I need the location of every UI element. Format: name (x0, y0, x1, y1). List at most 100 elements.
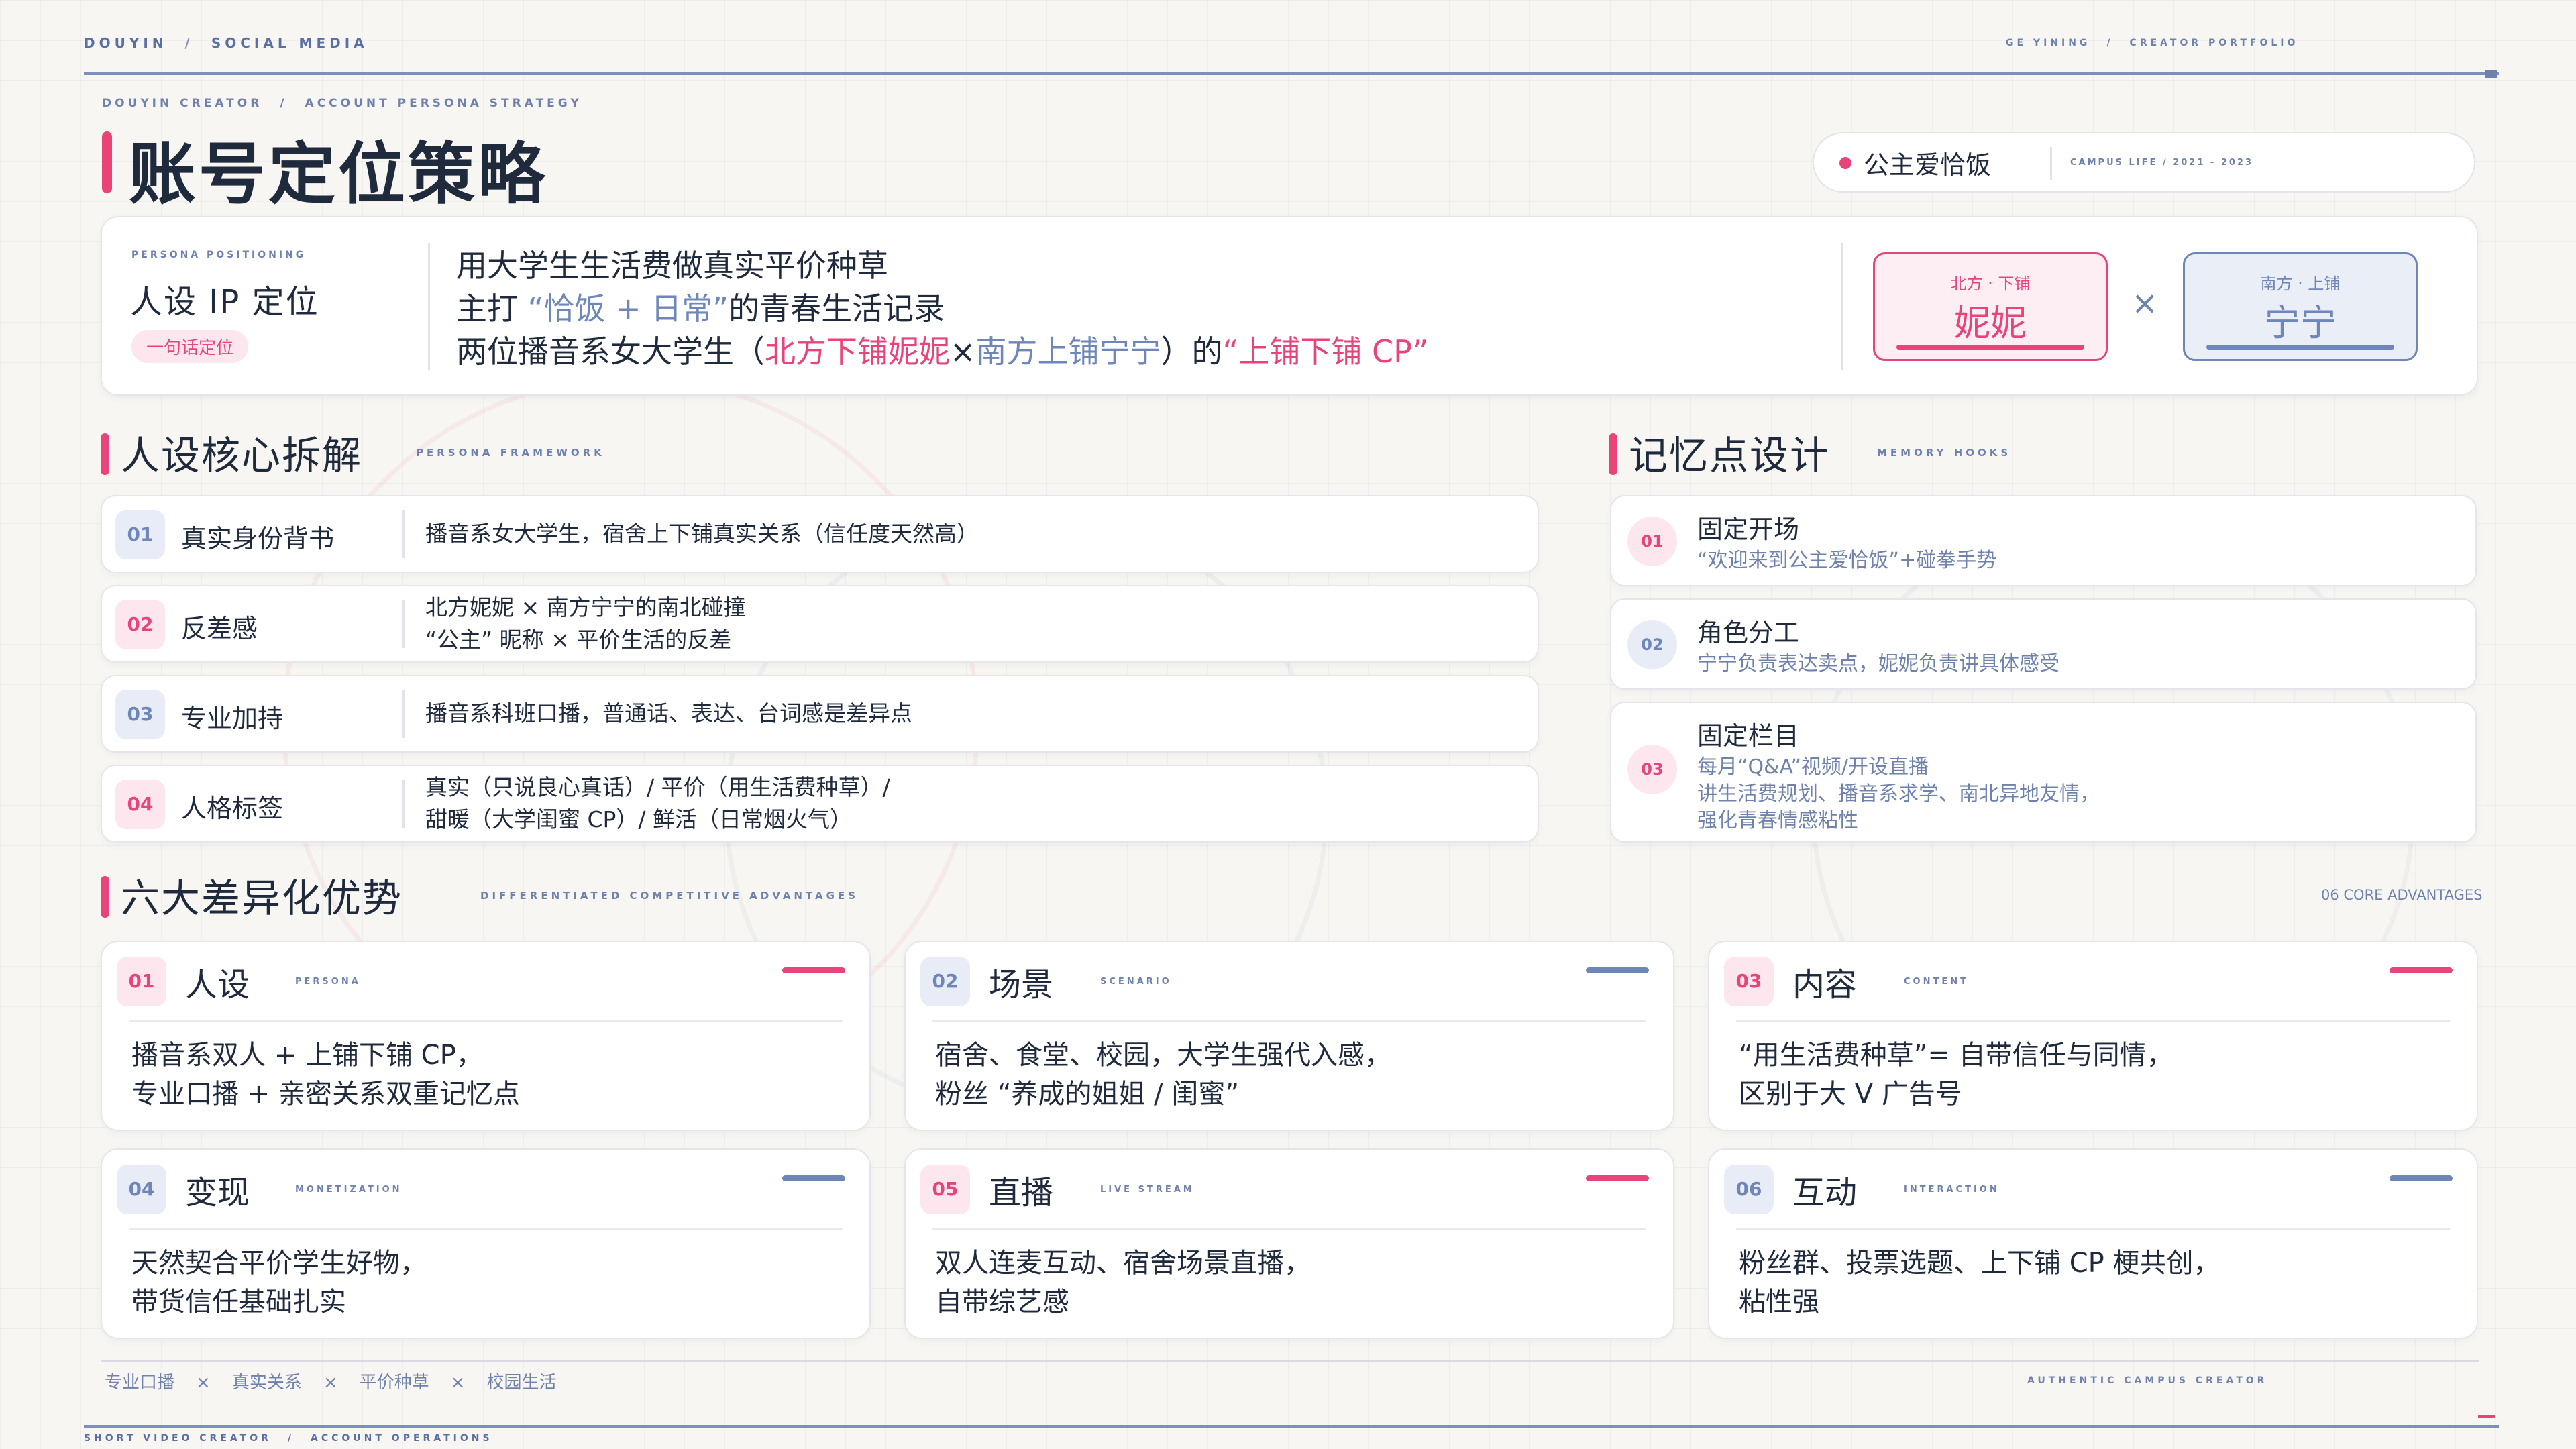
framework-row[interactable]: 03 专业加持 播音系科班口播，普通话、表达、台词感是差异点 (101, 675, 1539, 753)
card-accent-bar (782, 967, 845, 973)
card-divider (1736, 1020, 2450, 1022)
card-title: 互动 (1792, 1174, 1858, 1212)
card-number: 03 (1724, 957, 1774, 1006)
card-body: 宿舍、食堂、校园，大学生强代入感， 粉丝 “养成的姐姐 / 闺蜜” (935, 1036, 1391, 1114)
card-body: 双人连麦互动、宿舍场景直播， 自带综艺感 (935, 1244, 1311, 1322)
portfolio-label: CREATOR PORTFOLIO (2129, 38, 2299, 48)
text: ）的 (1161, 333, 1223, 370)
card-subtitle: SCENARIO (1100, 977, 1172, 987)
hook-desc: “欢迎来到公主爱恰饭”+碰拳手势 (1697, 547, 1996, 574)
card-number: 06 (1724, 1165, 1774, 1214)
title-accent-bar (102, 131, 112, 193)
breadcrumb: DOUYIN CREATOR / ACCOUNT PERSONA STRATEGY (102, 97, 582, 110)
role-name: 妮妮 (1954, 302, 2027, 344)
row-number: 02 (115, 600, 165, 649)
card-divider (129, 1228, 843, 1230)
card-body-line: 专业口播 + 亲密关系双重记忆点 (131, 1079, 520, 1110)
nav-separator: / (2106, 38, 2114, 48)
hook-title: 固定开场 (1697, 515, 1800, 544)
nav-separator: / (184, 35, 194, 51)
framework-row[interactable]: 02 反差感 北方妮妮 × 南方宁宁的南北碰撞 “公主” 昵称 × 平价生活的反差 (101, 585, 1539, 663)
card-accent-bar (782, 1175, 845, 1181)
section-title-advantages: 六大差异化优势 (121, 875, 403, 921)
card-number: 05 (920, 1165, 970, 1214)
card-number: 01 (117, 957, 166, 1006)
card-number: 02 (920, 957, 970, 1006)
role-name: 宁宁 (2264, 302, 2337, 344)
divider (428, 243, 430, 370)
hook-desc-line: “欢迎来到公主爱恰饭”+碰拳手势 (1697, 549, 1997, 572)
header-rule (84, 72, 2499, 75)
divider (402, 690, 405, 738)
advantage-card[interactable]: 04 变现 MONETIZATION 天然契合平价学生好物， 带货信任基础扎实 (101, 1148, 871, 1339)
memory-hook-row[interactable]: 02 角色分工 宁宁负责表达卖点，妮妮负责讲具体感受 (1610, 598, 2477, 690)
footer-tag: 真实关系 (231, 1373, 302, 1393)
breadcrumb-separator: / (280, 97, 288, 110)
highlight-ningning: 南方上铺宁宁 (975, 333, 1161, 370)
header-rule-marker (2485, 70, 2497, 78)
row-desc-line: 播音系女大学生，宿舍上下铺真实关系（信任度天然高） (425, 521, 979, 547)
breadcrumb-item[interactable]: DOUYIN CREATOR (102, 97, 262, 110)
nav-item-social-media[interactable]: SOCIAL MEDIA (211, 35, 368, 51)
times-symbol: × (950, 333, 976, 370)
nav-item-douyin[interactable]: DOUYIN (84, 35, 168, 51)
row-desc-line: 真实（只说良心真话）/ 平价（用生活费种草）/ (425, 774, 890, 800)
card-body: 粉丝群、投票选题、上下铺 CP 梗共创， 粘性强 (1739, 1244, 2220, 1322)
memory-hook-row[interactable]: 01 固定开场 “欢迎来到公主爱恰饭”+碰拳手势 (1610, 495, 2477, 586)
footer-rule (101, 1360, 2479, 1362)
card-body-line: 自带综艺感 (935, 1287, 1069, 1318)
row-desc: 播音系科班口播，普通话、表达、台词感是差异点 (425, 698, 912, 730)
text: 主打 (456, 290, 528, 327)
positioning-line-2: 主打 “恰饭 + 日常”的青春生活记录 (456, 284, 945, 329)
advantage-card[interactable]: 03 内容 CONTENT “用生活费种草”= 自带信任与同情， 区别于大 V 广… (1708, 941, 2478, 1131)
card-title: 变现 (185, 1174, 250, 1212)
hook-title: 固定栏目 (1697, 721, 1800, 751)
card-accent-bar (2390, 967, 2453, 973)
hook-desc-line: 讲生活费规划、播音系求学、南北异地友情， (1697, 782, 2100, 806)
role-accent-bar (2206, 345, 2394, 350)
divider (2050, 147, 2052, 180)
nav-separator: / (287, 1433, 295, 1444)
framework-row[interactable]: 04 人格标签 真实（只说良心真话）/ 平价（用生活费种草）/ 甜暖（大学闺蜜 C… (101, 765, 1539, 843)
divider (1841, 243, 1843, 370)
footer-tags: 专业口播 × 真实关系 × 平价种草 × 校园生活 (105, 1368, 556, 1393)
card-divider (1736, 1228, 2450, 1230)
positioning-tag: 一句话定位 (131, 330, 249, 363)
advantage-card[interactable]: 01 人设 PERSONA 播音系双人 + 上铺下铺 CP， 专业口播 + 亲密关… (101, 941, 871, 1131)
framework-row[interactable]: 01 真实身份背书 播音系女大学生，宿舍上下铺真实关系（信任度天然高） (101, 495, 1539, 573)
card-body-line: 播音系双人 + 上铺下铺 CP， (131, 1040, 483, 1071)
times-icon: × (323, 1373, 338, 1393)
hook-desc-line: 每月“Q&A”视频/开设直播 (1697, 755, 1929, 779)
card-subtitle: LIVE STREAM (1100, 1185, 1195, 1195)
positioning-line-3: 两位播音系女大学生（北方下铺妮妮×南方上铺宁宁）的“上铺下铺 CP” (456, 327, 1429, 372)
breadcrumb-item: ACCOUNT PERSONA STRATEGY (305, 97, 582, 110)
advantage-card[interactable]: 05 直播 LIVE STREAM 双人连麦互动、宿舍场景直播， 自带综艺感 (904, 1148, 1674, 1339)
advantage-card[interactable]: 02 场景 SCENARIO 宿舍、食堂、校园，大学生强代入感， 粉丝 “养成的姐… (904, 941, 1674, 1131)
footer-tag: 校园生活 (486, 1373, 557, 1393)
advantage-card[interactable]: 06 互动 INTERACTION 粉丝群、投票选题、上下铺 CP 梗共创， 粘性… (1708, 1148, 2478, 1339)
role-card-ningning[interactable]: 南方 · 上铺 宁宁 (2183, 252, 2418, 361)
card-body-line: 天然契合平价学生好物， (131, 1248, 427, 1279)
account-name: 公主爱恰饭 (1864, 150, 1992, 180)
card-accent-bar (1586, 967, 1649, 973)
account-badge[interactable]: 公主爱恰饭 CAMPUS LIFE / 2021 - 2023 (1813, 132, 2475, 193)
role-card-nini[interactable]: 北方 · 下铺 妮妮 (1873, 252, 2108, 361)
row-desc: 播音系女大学生，宿舍上下铺真实关系（信任度天然高） (425, 518, 979, 550)
account-meta: CAMPUS LIFE / 2021 - 2023 (2070, 158, 2254, 168)
account-dot-icon (1839, 157, 1851, 169)
divider (402, 600, 405, 648)
card-body-line: 区别于大 V 广告号 (1739, 1079, 1962, 1110)
section-subtitle-memory: MEMORY HOOKS (1877, 447, 2012, 459)
row-name: 人格标签 (181, 794, 284, 823)
row-desc: 真实（只说良心真话）/ 平价（用生活费种草）/ 甜暖（大学闺蜜 CP）/ 鲜活（日… (425, 771, 890, 836)
highlight-text: “恰饭 + 日常” (527, 290, 729, 327)
row-name: 专业加持 (181, 704, 284, 733)
memory-hook-row[interactable]: 03 固定栏目 每月“Q&A”视频/开设直播 讲生活费规划、播音系求学、南北异地友… (1610, 702, 2477, 843)
text: 的青春生活记录 (729, 290, 945, 327)
author-name: GE YINING (2006, 38, 2091, 48)
bottom-nav-item: ACCOUNT OPERATIONS (311, 1433, 493, 1444)
highlight-cp: “上铺下铺 CP” (1222, 333, 1429, 370)
top-nav-left: DOUYIN / SOCIAL MEDIA (84, 35, 368, 51)
card-subtitle: PERSONA (295, 977, 361, 987)
hook-number: 01 (1627, 517, 1677, 566)
